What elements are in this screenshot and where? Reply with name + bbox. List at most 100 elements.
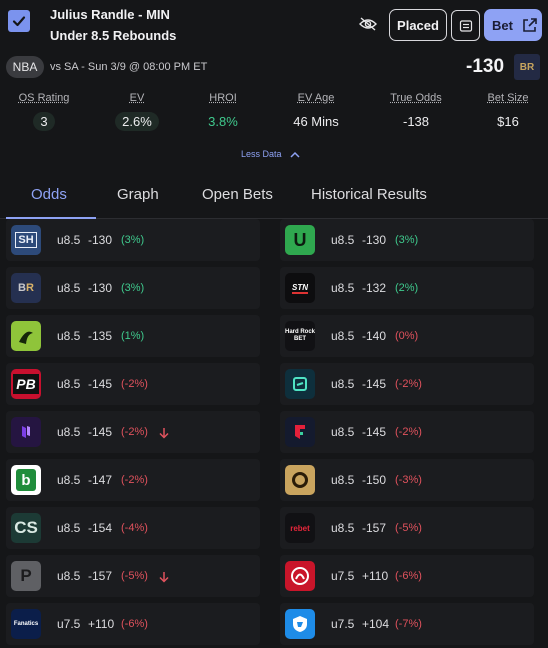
stat-label[interactable]: Bet Size	[463, 92, 548, 104]
odds-row[interactable]: u8.5 -145 (-2%)	[280, 411, 534, 453]
checkbox-checked-icon[interactable]	[8, 10, 30, 32]
row-ev-percent: (3%)	[395, 234, 418, 246]
row-odds: +110	[362, 569, 395, 583]
bet-button[interactable]: Bet	[484, 9, 542, 41]
row-odds: -145	[362, 377, 395, 391]
arrow-down-icon	[158, 570, 170, 582]
betmgm-alt-logo-icon[interactable]	[285, 369, 315, 399]
row-odds: +110	[88, 617, 121, 631]
odds-row[interactable]: Pu8.5 -157 (-5%)	[6, 555, 260, 597]
row-ev-percent: (-5%)	[121, 570, 148, 582]
row-ev-percent: (-5%)	[395, 522, 422, 534]
odds-row[interactable]: CS u8.5 -154 (-4%)	[6, 507, 260, 549]
draftkings-logo-icon[interactable]	[11, 321, 41, 351]
bet-button-label: Bet	[492, 18, 513, 33]
odds-row[interactable]: B R u8.5 -130 (3%)	[6, 267, 260, 309]
sporttrade-logo-icon[interactable]: SH	[11, 225, 41, 255]
odds-row[interactable]: u7.5 +104 (-7%)	[280, 603, 534, 645]
row-line: u8.5	[57, 425, 88, 439]
betrivers-logo-icon[interactable]: BR	[11, 273, 41, 303]
odds-row[interactable]: u7.5 +110 (-6%)	[280, 555, 534, 597]
row-line: u8.5	[57, 521, 88, 535]
odds-row[interactable]: u8.5 -145 (-2%)	[6, 411, 260, 453]
odds-row[interactable]: SH u8.5 -130 (3%)	[6, 219, 260, 261]
odds-row[interactable]: STN u8.5 -132 (2%)	[280, 267, 534, 309]
tab-graph[interactable]: Graph	[117, 186, 159, 203]
bet-subtitle: Under 8.5 Rebounds	[50, 28, 176, 43]
prophetx-logo-icon[interactable]: P	[11, 561, 41, 591]
best-odds: -130	[466, 56, 504, 78]
stat-ev-age: EV Age 46 Mins	[271, 92, 361, 131]
matchup-text: vs SA - Sun 3/9 @ 08:00 PM ET	[50, 61, 207, 73]
stat-label[interactable]: EV	[92, 92, 182, 104]
fliff-logo-icon[interactable]	[285, 417, 315, 447]
row-line: u8.5	[331, 329, 362, 343]
stat-value: -138	[396, 112, 436, 131]
row-line: u8.5	[57, 473, 88, 487]
betway-logo-icon[interactable]: b	[11, 465, 41, 495]
underdog-logo-icon[interactable]: U	[285, 225, 315, 255]
row-line: u8.5	[331, 281, 362, 295]
note-button[interactable]	[451, 10, 480, 41]
row-line: u8.5	[57, 281, 88, 295]
station-logo-icon[interactable]: STN	[285, 273, 315, 303]
betparx-logo-icon[interactable]	[285, 609, 315, 639]
row-odds: -147	[88, 473, 121, 487]
row-ev-percent: (-6%)	[395, 570, 422, 582]
odds-row[interactable]: u8.5 -150 (-3%)	[280, 459, 534, 501]
stat-label[interactable]: HROI	[178, 92, 268, 104]
stat-ev: EV 2.6%	[92, 92, 182, 131]
row-odds: -157	[362, 521, 395, 535]
row-odds: -130	[88, 281, 121, 295]
odds-row[interactable]: u8.5 -135 (1%)	[6, 315, 260, 357]
stat-value: $16	[490, 112, 526, 131]
tab-open-bets[interactable]: Open Bets	[202, 186, 273, 203]
less-data-toggle[interactable]: Less Data	[241, 149, 300, 159]
odds-row[interactable]: b u8.5 -147 (-2%)	[6, 459, 260, 501]
stat-value: 46 Mins	[286, 112, 346, 131]
best-book-logo[interactable]: BR	[514, 54, 540, 80]
row-ev-percent: (-6%)	[121, 618, 148, 630]
row-ev-percent: (2%)	[395, 282, 418, 294]
row-line: u8.5	[331, 233, 362, 247]
row-line: u8.5	[57, 377, 88, 391]
row-odds: +104	[362, 617, 395, 631]
less-data-label: Less Data	[241, 149, 282, 159]
row-ev-percent: (-3%)	[395, 474, 422, 486]
odds-row[interactable]: u8.5 -145 (-2%)	[280, 363, 534, 405]
note-icon	[459, 19, 473, 33]
stat-label[interactable]: EV Age	[271, 92, 361, 104]
odds-row[interactable]: Fanatics u7.5 +110 (-6%)	[6, 603, 260, 645]
stat-label[interactable]: OS Rating	[0, 92, 89, 104]
row-odds: -154	[88, 521, 121, 535]
mgm-logo-icon[interactable]	[285, 465, 315, 495]
rebet-logo-icon[interactable]: rebet	[285, 513, 315, 543]
stat-true-odds: True Odds -138	[371, 92, 461, 131]
odds-row[interactable]: PB u8.5 -145 (-2%)	[6, 363, 260, 405]
row-ev-percent: (3%)	[121, 282, 144, 294]
row-odds: -130	[362, 233, 395, 247]
stat-value: 3	[33, 112, 54, 131]
row-line: u8.5	[331, 377, 362, 391]
odds-row[interactable]: Hard Rock BET u8.5 -140 (0%)	[280, 315, 534, 357]
hardrock-logo-icon[interactable]: Hard Rock BET	[285, 321, 315, 351]
stat-label[interactable]: True Odds	[371, 92, 461, 104]
placed-button[interactable]: Placed	[389, 9, 447, 41]
row-odds: -145	[88, 425, 121, 439]
odds-row[interactable]: rebet u8.5 -157 (-5%)	[280, 507, 534, 549]
odds-row[interactable]: Uu8.5 -130 (3%)	[280, 219, 534, 261]
caesars-logo-icon[interactable]: CS	[11, 513, 41, 543]
tab-historical-results[interactable]: Historical Results	[311, 186, 427, 203]
circa-logo-icon[interactable]	[285, 561, 315, 591]
tab-odds[interactable]: Odds	[31, 186, 67, 203]
eye-off-icon[interactable]	[358, 16, 378, 32]
novig-logo-icon[interactable]	[11, 417, 41, 447]
stat-hroi: HROI 3.8%	[178, 92, 268, 131]
pointsbet-logo-icon[interactable]: PB	[11, 369, 41, 399]
open-external-icon	[522, 17, 538, 33]
stat-value: 3.8%	[201, 112, 245, 131]
row-ev-percent: (-7%)	[395, 618, 422, 630]
fanatics-logo-icon[interactable]: Fanatics	[11, 609, 41, 639]
row-ev-percent: (1%)	[121, 330, 144, 342]
tab-bar: Odds Graph Open Bets Historical Results	[0, 177, 548, 219]
